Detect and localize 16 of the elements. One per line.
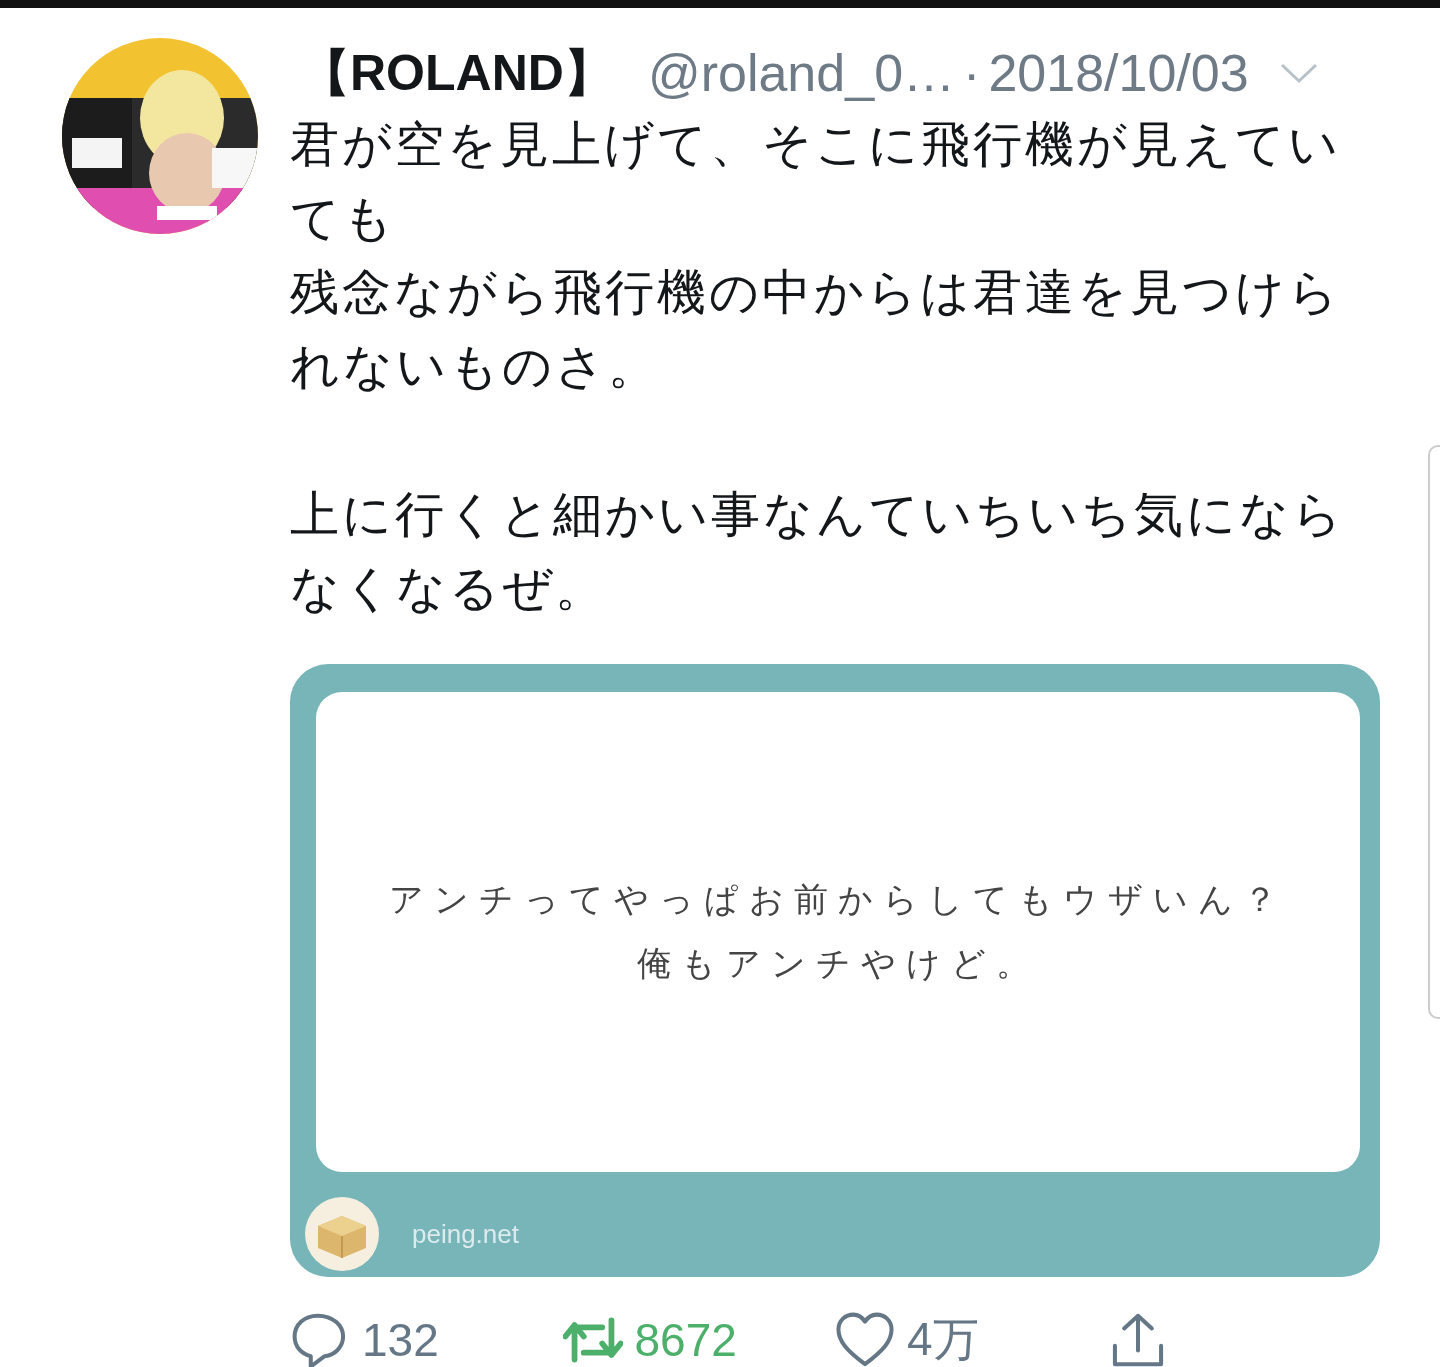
author-handle[interactable]: @roland_0…	[647, 43, 956, 103]
question-text: 俺もアンチやけど。	[636, 942, 1040, 985]
question-text: アンチってやっぱお前からしてもウザいん？	[389, 878, 1287, 921]
link-card[interactable]: アンチってやっぱお前からしてもウザいん？ 俺もアンチやけど。 peing.net	[290, 664, 1380, 1277]
retweet-count: 8672	[634, 1313, 737, 1367]
tweet-text: 上に行くと細かい事なんていちいち気にならなくなるぜ。	[290, 485, 1346, 619]
tweet-text: 残念ながら飛行機の中からは君達を見つけられないものさ。	[290, 263, 1342, 397]
box-icon	[304, 1196, 380, 1272]
like-count: 4万	[907, 1312, 979, 1367]
reply-count: 132	[362, 1313, 439, 1367]
separator: ·	[963, 43, 981, 103]
author-name[interactable]: 【ROLAND】	[300, 39, 614, 107]
tweet-text: 君が空を見上げて、そこに飛行機が見えていても	[290, 115, 1342, 249]
tweet-date[interactable]: 2018/10/03	[988, 43, 1249, 103]
site-domain: peing.net	[412, 1218, 519, 1250]
heart-icon[interactable]	[835, 1311, 895, 1367]
